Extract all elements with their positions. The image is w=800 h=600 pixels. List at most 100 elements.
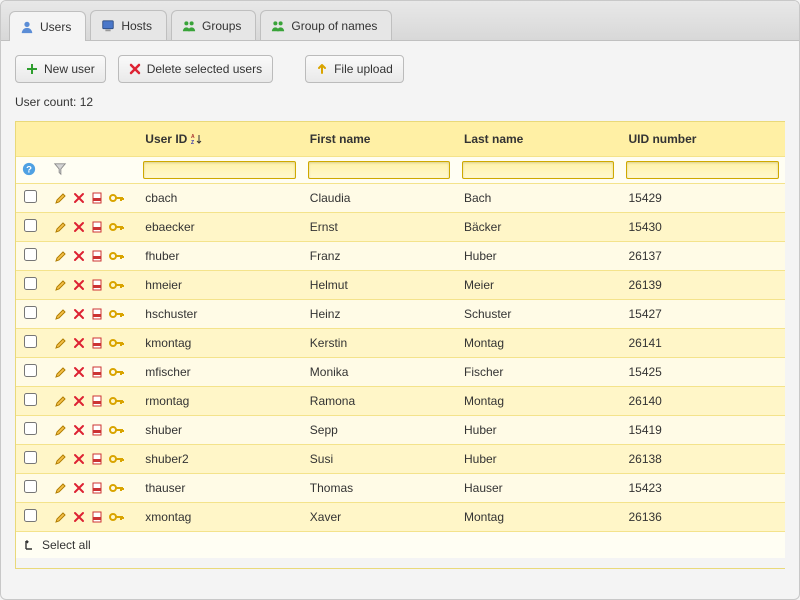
edit-icon[interactable] bbox=[55, 250, 67, 262]
pdf-icon[interactable] bbox=[91, 308, 103, 320]
row-checkbox[interactable] bbox=[24, 219, 37, 232]
pdf-icon[interactable] bbox=[91, 395, 103, 407]
button-label: New user bbox=[44, 62, 95, 76]
pdf-icon[interactable] bbox=[91, 366, 103, 378]
delete-icon[interactable] bbox=[73, 308, 85, 320]
key-icon[interactable] bbox=[109, 221, 125, 233]
filter-last-name-input[interactable] bbox=[462, 161, 614, 179]
row-checkbox[interactable] bbox=[24, 509, 37, 522]
col-label: User ID bbox=[145, 132, 187, 146]
button-label: Delete selected users bbox=[147, 62, 262, 76]
edit-icon[interactable] bbox=[55, 337, 67, 349]
delete-icon[interactable] bbox=[73, 424, 85, 436]
edit-icon[interactable] bbox=[55, 482, 67, 494]
key-icon[interactable] bbox=[109, 279, 125, 291]
cell-first-name: Heinz bbox=[302, 300, 456, 329]
row-checkbox[interactable] bbox=[24, 422, 37, 435]
edit-icon[interactable] bbox=[55, 366, 67, 378]
col-label: UID number bbox=[628, 132, 696, 146]
edit-icon[interactable] bbox=[55, 424, 67, 436]
filter-first-name-input[interactable] bbox=[308, 161, 450, 179]
pdf-icon[interactable] bbox=[91, 453, 103, 465]
cell-last-name: Montag bbox=[456, 387, 620, 416]
tab-label: Groups bbox=[202, 19, 241, 33]
col-label: Last name bbox=[464, 132, 523, 146]
col-last-name[interactable]: Last name bbox=[456, 122, 620, 157]
key-icon[interactable] bbox=[109, 453, 125, 465]
row-actions bbox=[55, 337, 129, 349]
row-actions bbox=[55, 221, 129, 233]
filter-uid-number-input[interactable] bbox=[626, 161, 779, 179]
funnel-icon[interactable] bbox=[53, 162, 67, 176]
delete-icon[interactable] bbox=[73, 511, 85, 523]
key-icon[interactable] bbox=[109, 395, 125, 407]
edit-icon[interactable] bbox=[55, 308, 67, 320]
edit-icon[interactable] bbox=[55, 511, 67, 523]
key-icon[interactable] bbox=[109, 337, 125, 349]
cell-user-id: hschuster bbox=[137, 300, 301, 329]
key-icon[interactable] bbox=[109, 511, 125, 523]
pdf-icon[interactable] bbox=[91, 337, 103, 349]
col-uid-number[interactable]: UID number bbox=[620, 122, 785, 157]
table-row: thauserThomasHauser15423 bbox=[16, 474, 785, 503]
edit-icon[interactable] bbox=[55, 221, 67, 233]
edit-icon[interactable] bbox=[55, 192, 67, 204]
table-row: xmontagXaverMontag26136 bbox=[16, 503, 785, 532]
row-checkbox[interactable] bbox=[24, 480, 37, 493]
cell-user-id: fhuber bbox=[137, 242, 301, 271]
col-actions bbox=[47, 122, 137, 157]
col-user-id[interactable]: User ID A Z bbox=[137, 122, 301, 157]
key-icon[interactable] bbox=[109, 308, 125, 320]
key-icon[interactable] bbox=[109, 482, 125, 494]
delete-icon[interactable] bbox=[73, 482, 85, 494]
edit-icon[interactable] bbox=[55, 395, 67, 407]
row-checkbox[interactable] bbox=[24, 190, 37, 203]
cell-last-name: Montag bbox=[456, 329, 620, 358]
row-checkbox[interactable] bbox=[24, 306, 37, 319]
filter-user-id-input[interactable] bbox=[143, 161, 295, 179]
delete-icon[interactable] bbox=[73, 337, 85, 349]
row-checkbox[interactable] bbox=[24, 335, 37, 348]
pdf-icon[interactable] bbox=[91, 424, 103, 436]
app-window: Users Hosts Groups Group of names New bbox=[0, 0, 800, 600]
row-checkbox[interactable] bbox=[24, 248, 37, 261]
edit-icon[interactable] bbox=[55, 279, 67, 291]
cell-first-name: Monika bbox=[302, 358, 456, 387]
row-checkbox[interactable] bbox=[24, 451, 37, 464]
pdf-icon[interactable] bbox=[91, 221, 103, 233]
row-checkbox[interactable] bbox=[24, 364, 37, 377]
cell-first-name: Kerstin bbox=[302, 329, 456, 358]
delete-icon[interactable] bbox=[73, 395, 85, 407]
pdf-icon[interactable] bbox=[91, 279, 103, 291]
delete-icon[interactable] bbox=[73, 453, 85, 465]
key-icon[interactable] bbox=[109, 424, 125, 436]
delete-selected-button[interactable]: Delete selected users bbox=[118, 55, 273, 83]
edit-icon[interactable] bbox=[55, 453, 67, 465]
new-user-button[interactable]: New user bbox=[15, 55, 106, 83]
delete-icon[interactable] bbox=[73, 192, 85, 204]
key-icon[interactable] bbox=[109, 250, 125, 262]
row-checkbox[interactable] bbox=[24, 393, 37, 406]
cell-uid-number: 26137 bbox=[620, 242, 785, 271]
col-label: First name bbox=[310, 132, 371, 146]
col-select bbox=[16, 122, 47, 157]
pdf-icon[interactable] bbox=[91, 192, 103, 204]
key-icon[interactable] bbox=[109, 192, 125, 204]
col-first-name[interactable]: First name bbox=[302, 122, 456, 157]
pdf-icon[interactable] bbox=[91, 250, 103, 262]
delete-icon[interactable] bbox=[73, 366, 85, 378]
select-all-row[interactable]: Select all bbox=[16, 532, 785, 558]
pdf-icon[interactable] bbox=[91, 511, 103, 523]
tab-users[interactable]: Users bbox=[9, 11, 86, 41]
key-icon[interactable] bbox=[109, 366, 125, 378]
tab-group-of-names[interactable]: Group of names bbox=[260, 10, 392, 40]
pdf-icon[interactable] bbox=[91, 482, 103, 494]
row-checkbox[interactable] bbox=[24, 277, 37, 290]
file-upload-button[interactable]: File upload bbox=[305, 55, 404, 83]
tab-groups[interactable]: Groups bbox=[171, 10, 256, 40]
tab-hosts[interactable]: Hosts bbox=[90, 10, 167, 40]
help-icon[interactable]: ? bbox=[22, 162, 36, 176]
delete-icon[interactable] bbox=[73, 221, 85, 233]
delete-icon[interactable] bbox=[73, 279, 85, 291]
delete-icon[interactable] bbox=[73, 250, 85, 262]
